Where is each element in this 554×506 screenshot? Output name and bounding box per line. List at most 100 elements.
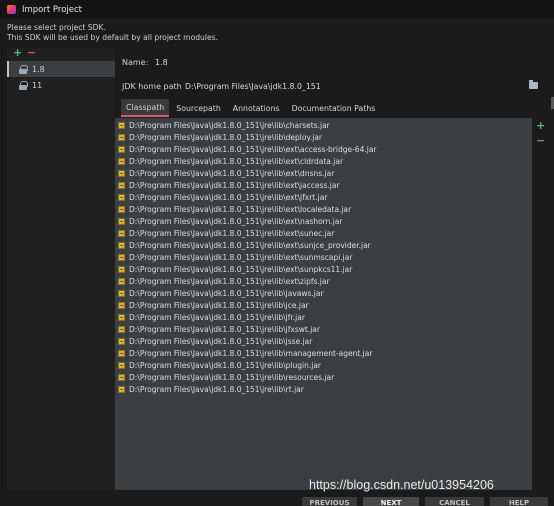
classpath-path: D:\Program Files\Java\jdk1.8.0_151\jre\l…	[129, 192, 328, 202]
classpath-path: D:\Program Files\Java\jdk1.8.0_151\jre\l…	[129, 180, 340, 190]
jar-icon	[118, 121, 125, 129]
jar-icon	[118, 241, 125, 249]
classpath-path: D:\Program Files\Java\jdk1.8.0_151\jre\l…	[129, 336, 313, 346]
sdk-list: 1.8 11	[7, 61, 115, 93]
jar-icon	[118, 265, 125, 273]
sdk-panel: + − 1.8 11	[7, 47, 115, 490]
next-button[interactable]: NEXT	[363, 497, 419, 506]
tab-documentation-paths[interactable]: Documentation Paths	[287, 99, 381, 117]
remove-path-button[interactable]: −	[536, 135, 545, 146]
jar-icon	[118, 169, 125, 177]
classpath-row[interactable]: D:\Program Files\Java\jdk1.8.0_151\jre\l…	[115, 155, 532, 167]
jar-icon	[118, 289, 125, 297]
classpath-row[interactable]: D:\Program Files\Java\jdk1.8.0_151\jre\l…	[115, 275, 532, 287]
classpath-row[interactable]: D:\Program Files\Java\jdk1.8.0_151\jre\l…	[115, 359, 532, 371]
jar-icon	[118, 325, 125, 333]
description: Please select project SDK. This SDK will…	[7, 23, 218, 43]
classpath-row[interactable]: D:\Program Files\Java\jdk1.8.0_151\jre\l…	[115, 191, 532, 203]
add-sdk-button[interactable]: +	[13, 47, 22, 58]
classpath-path: D:\Program Files\Java\jdk1.8.0_151\jre\l…	[129, 132, 322, 142]
classpath-path: D:\Program Files\Java\jdk1.8.0_151\jre\l…	[129, 264, 353, 274]
classpath-row[interactable]: D:\Program Files\Java\jdk1.8.0_151\jre\l…	[115, 227, 532, 239]
jdk-home-field[interactable]: D:\Program Files\Java\jdk1.8.0_151	[181, 79, 542, 93]
previous-button[interactable]: PREVIOUS	[302, 497, 357, 506]
classpath-path: D:\Program Files\Java\jdk1.8.0_151\jre\l…	[129, 348, 373, 358]
classpath-path: D:\Program Files\Java\jdk1.8.0_151\jre\l…	[129, 168, 335, 178]
classpath-path: D:\Program Files\Java\jdk1.8.0_151\jre\l…	[129, 300, 309, 310]
classpath-row[interactable]: D:\Program Files\Java\jdk1.8.0_151\jre\l…	[115, 371, 532, 383]
jar-icon	[118, 385, 125, 393]
jar-icon	[118, 205, 125, 213]
description-line-1: Please select project SDK.	[7, 23, 106, 32]
jar-icon	[118, 157, 125, 165]
classpath-row[interactable]: D:\Program Files\Java\jdk1.8.0_151\jre\l…	[115, 347, 532, 359]
classpath-row[interactable]: D:\Program Files\Java\jdk1.8.0_151\jre\l…	[115, 143, 532, 155]
tab-bar: Classpath Sourcepath Annotations Documen…	[121, 99, 382, 117]
window-title: Import Project	[22, 4, 82, 15]
jar-icon	[118, 349, 125, 357]
classpath-row[interactable]: D:\Program Files\Java\jdk1.8.0_151\jre\l…	[115, 251, 532, 263]
description-line-2: This SDK will be used by default by all …	[7, 33, 219, 42]
classpath-row[interactable]: D:\Program Files\Java\jdk1.8.0_151\jre\l…	[115, 215, 532, 227]
jar-icon	[118, 253, 125, 261]
classpath-path: D:\Program Files\Java\jdk1.8.0_151\jre\l…	[129, 120, 330, 130]
browse-folder-icon[interactable]	[529, 80, 538, 89]
sdk-item-label: 11	[32, 80, 43, 90]
jdk-home-label: JDK home path:	[122, 82, 185, 91]
classpath-path: D:\Program Files\Java\jdk1.8.0_151\jre\l…	[129, 216, 343, 226]
dialog-buttons: PREVIOUS NEXT CANCEL HELP	[0, 497, 554, 506]
jar-icon	[118, 277, 125, 285]
classpath-path: D:\Program Files\Java\jdk1.8.0_151\jre\l…	[129, 144, 377, 154]
classpath-path: D:\Program Files\Java\jdk1.8.0_151\jre\l…	[129, 240, 371, 250]
classpath-row[interactable]: D:\Program Files\Java\jdk1.8.0_151\jre\l…	[115, 239, 532, 251]
tab-annotations[interactable]: Annotations	[228, 99, 285, 117]
classpath-path: D:\Program Files\Java\jdk1.8.0_151\jre\l…	[129, 324, 320, 334]
classpath-path: D:\Program Files\Java\jdk1.8.0_151\jre\l…	[129, 360, 322, 370]
classpath-row[interactable]: D:\Program Files\Java\jdk1.8.0_151\jre\l…	[115, 311, 532, 323]
jar-icon	[118, 217, 125, 225]
name-value[interactable]: 1.8	[155, 58, 168, 67]
sdk-item-11[interactable]: 11	[7, 77, 115, 93]
classpath-row[interactable]: D:\Program Files\Java\jdk1.8.0_151\jre\l…	[115, 119, 532, 131]
add-path-button[interactable]: +	[536, 120, 545, 131]
sdk-folder-icon	[19, 64, 28, 74]
jdk-home-value: D:\Program Files\Java\jdk1.8.0_151	[185, 81, 321, 91]
sdk-folder-icon	[19, 80, 28, 90]
sdk-item-1-8[interactable]: 1.8	[7, 61, 115, 77]
jar-icon	[118, 181, 125, 189]
classpath-row[interactable]: D:\Program Files\Java\jdk1.8.0_151\jre\l…	[115, 131, 532, 143]
jar-icon	[118, 301, 125, 309]
jar-icon	[118, 313, 125, 321]
help-button[interactable]: HELP	[490, 497, 548, 506]
jar-icon	[118, 373, 125, 381]
classpath-row[interactable]: D:\Program Files\Java\jdk1.8.0_151\jre\l…	[115, 335, 532, 347]
classpath-row[interactable]: D:\Program Files\Java\jdk1.8.0_151\jre\l…	[115, 323, 532, 335]
jar-icon	[118, 193, 125, 201]
remove-sdk-button[interactable]: −	[27, 47, 36, 58]
classpath-path: D:\Program Files\Java\jdk1.8.0_151\jre\l…	[129, 252, 353, 262]
jar-icon	[118, 145, 125, 153]
classpath-path: D:\Program Files\Java\jdk1.8.0_151\jre\l…	[129, 156, 344, 166]
classpath-row[interactable]: D:\Program Files\Java\jdk1.8.0_151\jre\l…	[115, 263, 532, 275]
jar-icon	[118, 229, 125, 237]
classpath-row[interactable]: D:\Program Files\Java\jdk1.8.0_151\jre\l…	[115, 287, 532, 299]
intellij-logo-icon	[7, 5, 16, 14]
tab-sourcepath[interactable]: Sourcepath	[171, 99, 226, 117]
classpath-row[interactable]: D:\Program Files\Java\jdk1.8.0_151\jre\l…	[115, 383, 532, 395]
classpath-list[interactable]: D:\Program Files\Java\jdk1.8.0_151\jre\l…	[115, 118, 532, 490]
name-label: Name:	[122, 58, 149, 67]
classpath-row[interactable]: D:\Program Files\Java\jdk1.8.0_151\jre\l…	[115, 299, 532, 311]
classpath-row[interactable]: D:\Program Files\Java\jdk1.8.0_151\jre\l…	[115, 179, 532, 191]
classpath-row[interactable]: D:\Program Files\Java\jdk1.8.0_151\jre\l…	[115, 167, 532, 179]
classpath-path: D:\Program Files\Java\jdk1.8.0_151\jre\l…	[129, 372, 335, 382]
jar-icon	[118, 361, 125, 369]
jar-icon	[118, 133, 125, 141]
classpath-path: D:\Program Files\Java\jdk1.8.0_151\jre\l…	[129, 384, 304, 394]
classpath-path: D:\Program Files\Java\jdk1.8.0_151\jre\l…	[129, 204, 352, 214]
classpath-path: D:\Program Files\Java\jdk1.8.0_151\jre\l…	[129, 312, 305, 322]
title-bar: Import Project	[0, 0, 554, 19]
classpath-row[interactable]: D:\Program Files\Java\jdk1.8.0_151\jre\l…	[115, 203, 532, 215]
cancel-button[interactable]: CANCEL	[425, 497, 484, 506]
sdk-details: Name: 1.8 JDK home path: D:\Program File…	[115, 48, 554, 490]
tab-classpath[interactable]: Classpath	[121, 99, 170, 117]
